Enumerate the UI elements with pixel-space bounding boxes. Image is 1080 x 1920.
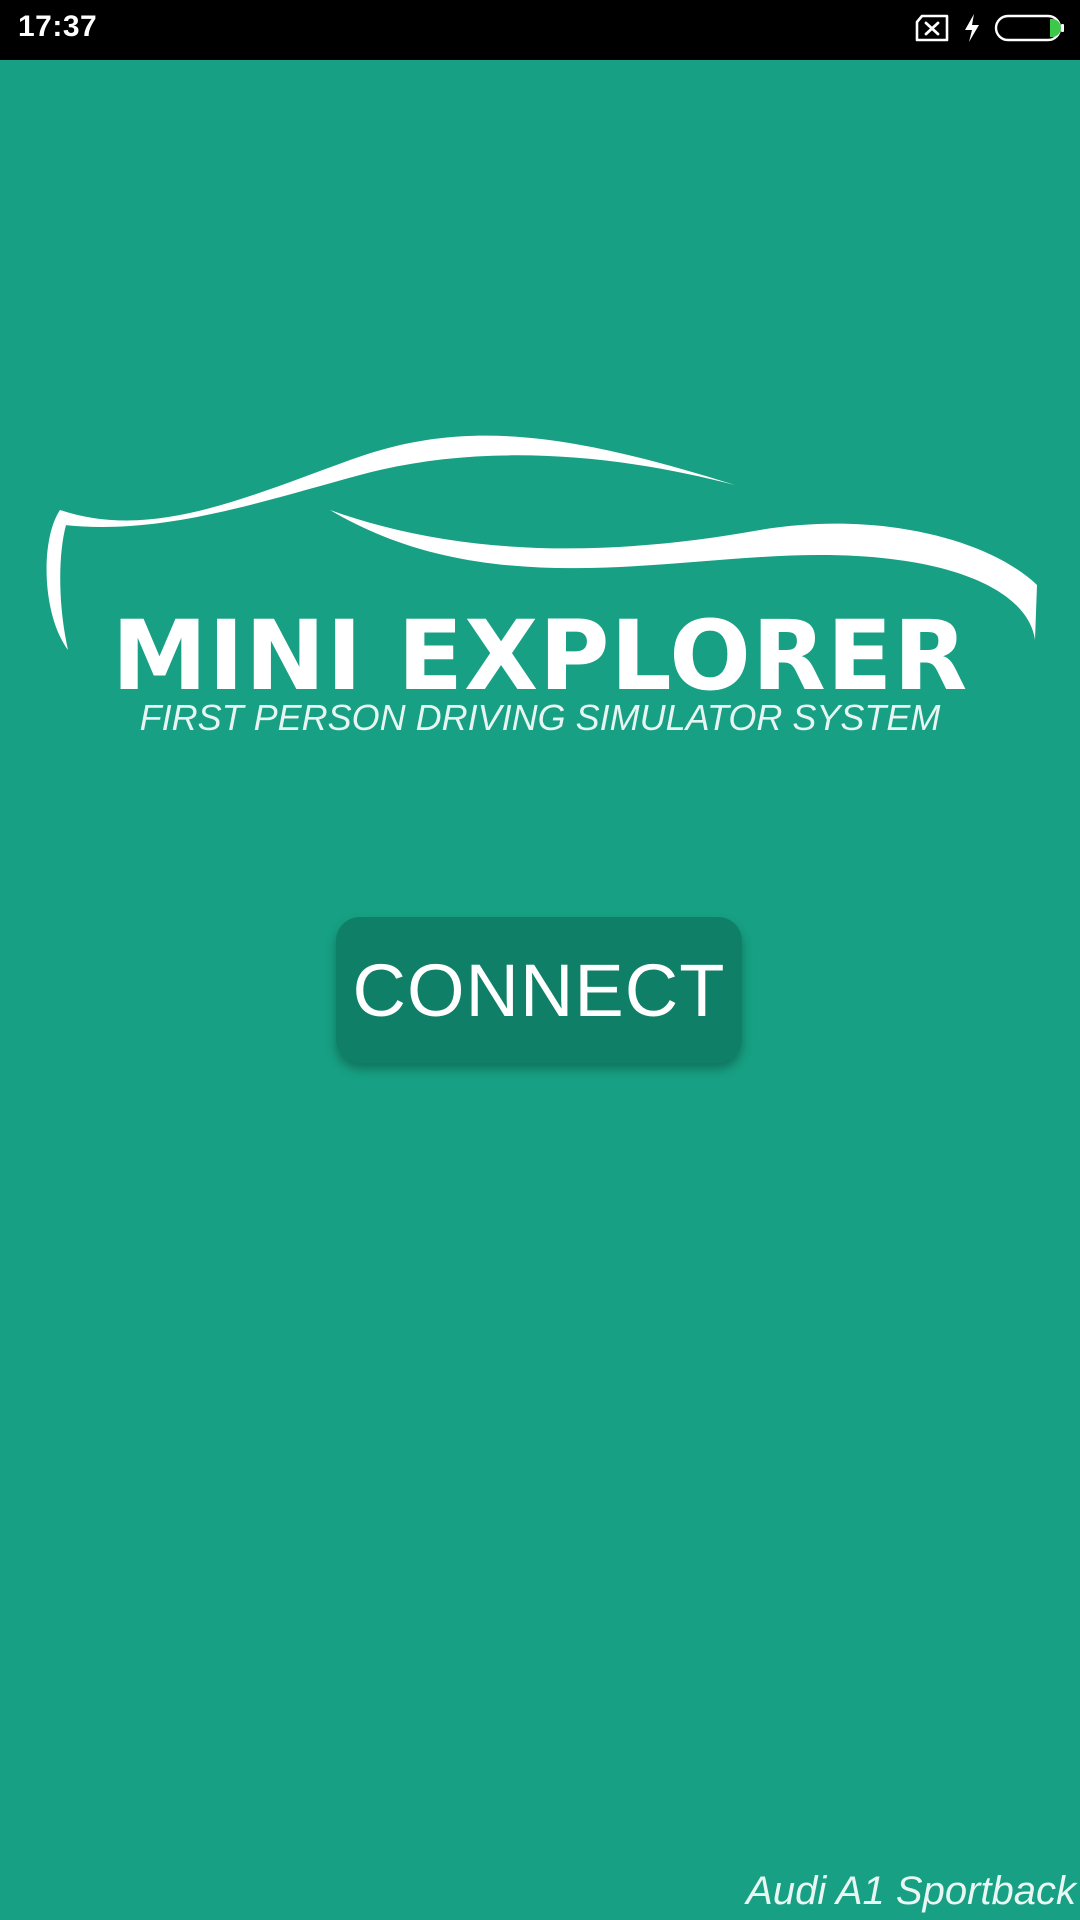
app-screen: MINI EXPLORER FIRST PERSON DRIVING SIMUL… [0, 60, 1080, 1920]
sim-error-icon [914, 13, 950, 48]
logo-title: MINI EXPLORER [111, 600, 969, 712]
battery-icon [994, 13, 1066, 48]
status-time: 17:37 [18, 10, 98, 43]
mini-explorer-logo: MINI EXPLORER FIRST PERSON DRIVING SIMUL… [0, 390, 1080, 770]
charging-bolt-icon [962, 13, 982, 48]
status-bar: 17:37 [0, 0, 1080, 60]
connect-button[interactable]: CONNECT [336, 917, 742, 1063]
device-model-label: Audi A1 Sportback [746, 1869, 1076, 1913]
status-icons [914, 13, 1066, 48]
logo-subtitle: FIRST PERSON DRIVING SIMULATOR SYSTEM [139, 697, 941, 738]
